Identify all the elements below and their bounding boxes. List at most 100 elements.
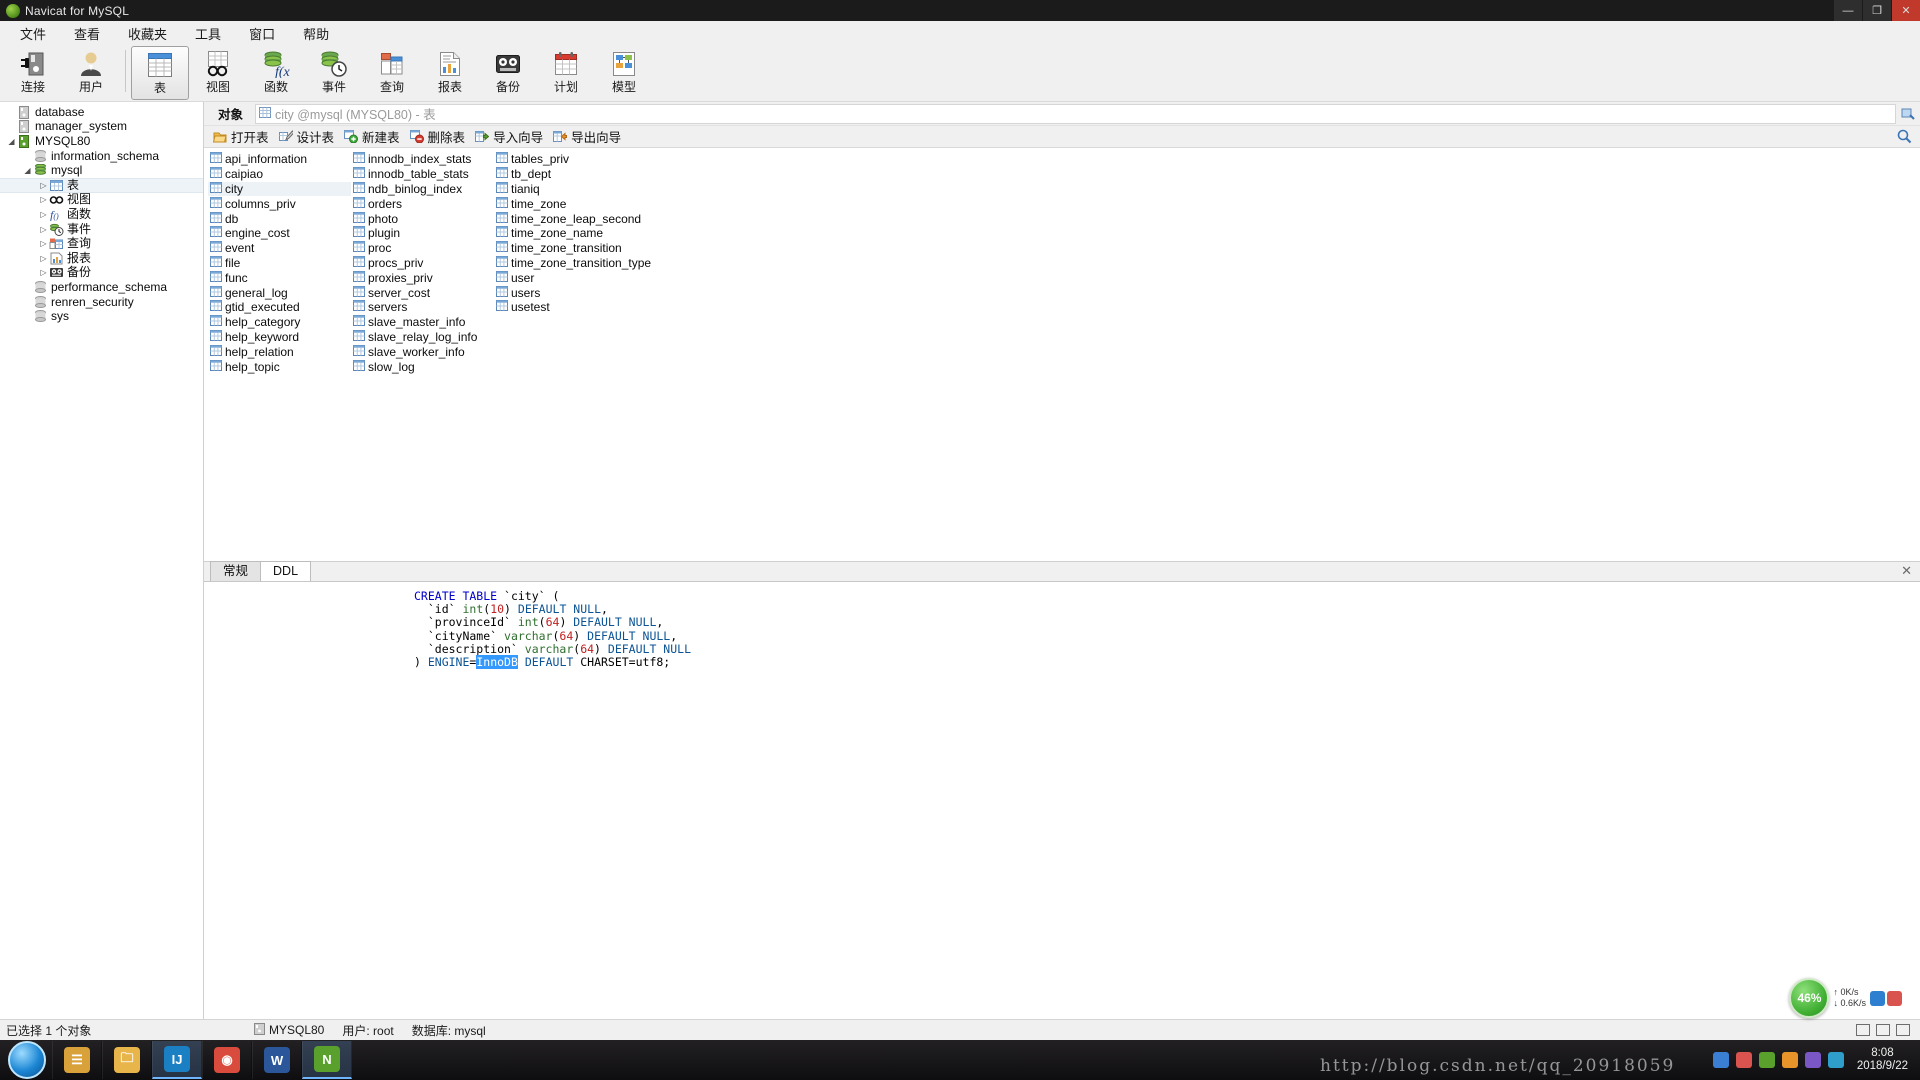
table-list-item[interactable]: general_log bbox=[208, 285, 351, 300]
grid-view-toggle[interactable] bbox=[1856, 1024, 1870, 1036]
tray-icon-1[interactable] bbox=[1712, 1052, 1729, 1068]
table-list-item[interactable]: tianiq bbox=[494, 181, 637, 197]
tree-item-information_schema[interactable]: information_schema bbox=[0, 149, 203, 164]
tray-icon-6[interactable] bbox=[1827, 1052, 1844, 1068]
table-list-item[interactable]: time_zone bbox=[494, 196, 637, 211]
toolbar-button-model[interactable]: 模型 bbox=[595, 46, 653, 100]
toolbar-button-backup[interactable]: 备份 bbox=[479, 46, 537, 100]
ddl-close-icon[interactable]: ✕ bbox=[1901, 563, 1912, 579]
toolbar-button-event[interactable]: 事件 bbox=[305, 46, 363, 100]
table-list-item[interactable]: file bbox=[208, 255, 351, 271]
table-list-item[interactable]: time_zone_leap_second bbox=[494, 211, 641, 226]
table-list-item[interactable]: slave_relay_log_info bbox=[351, 329, 494, 345]
menu-file[interactable]: 文件 bbox=[6, 21, 60, 46]
table-list-item[interactable]: users bbox=[494, 285, 637, 300]
object-bar-extra-button[interactable] bbox=[1896, 107, 1920, 121]
speed-globe-icon[interactable] bbox=[1870, 990, 1885, 1006]
action-button-design-table[interactable]: 设计表 bbox=[276, 127, 342, 147]
object-path-input[interactable]: city @mysql (MYSQL80) - 表 bbox=[255, 103, 1896, 124]
chevron-down-icon[interactable]: ◢ bbox=[22, 165, 33, 177]
table-list-item[interactable]: servers bbox=[351, 300, 494, 315]
toolbar-button-report[interactable]: 报表 bbox=[421, 46, 479, 100]
table-list-item[interactable]: gtid_executed bbox=[208, 300, 351, 315]
tree-item-renren_security[interactable]: renren_security bbox=[0, 295, 203, 310]
table-list-item[interactable]: tb_dept bbox=[494, 167, 637, 182]
toolbar-button-schedule[interactable]: 计划 bbox=[537, 46, 595, 100]
network-speed-widget[interactable]: 46% ↑ 0K/s ↓ 0.6K/s bbox=[1789, 978, 1902, 1018]
chevron-right-icon[interactable]: ▷ bbox=[38, 194, 49, 206]
chevron-right-icon[interactable]: ▷ bbox=[38, 223, 49, 235]
list-view-toggle[interactable] bbox=[1876, 1024, 1890, 1036]
tray-icon-3[interactable] bbox=[1758, 1052, 1775, 1068]
tree-item-事件[interactable]: ▷ 事件 bbox=[0, 222, 203, 237]
toolbar-button-user[interactable]: 用户 bbox=[62, 46, 120, 100]
search-icon[interactable] bbox=[1897, 129, 1912, 149]
chevron-right-icon[interactable]: ▷ bbox=[38, 267, 49, 279]
ddl-tab-DDL[interactable]: DDL bbox=[260, 561, 312, 581]
table-list-item[interactable]: time_zone_transition bbox=[494, 241, 637, 256]
table-list-panel[interactable]: api_information caipiao city columns_pri… bbox=[204, 148, 1920, 561]
chevron-right-icon[interactable]: ▷ bbox=[38, 252, 49, 264]
taskbar-item-chrome[interactable]: ◉ bbox=[202, 1041, 252, 1079]
taskbar-item-idea[interactable]: IJ bbox=[152, 1041, 202, 1079]
table-list-item[interactable]: plugin bbox=[351, 226, 494, 241]
menu-view[interactable]: 查看 bbox=[60, 21, 114, 46]
table-list-item[interactable]: caipiao bbox=[208, 167, 351, 182]
chevron-right-icon[interactable]: ▷ bbox=[38, 179, 49, 191]
tray-icon-2[interactable] bbox=[1735, 1052, 1752, 1068]
action-button-import-wizard[interactable]: 导入向导 bbox=[472, 127, 550, 147]
table-list-item[interactable]: usetest bbox=[494, 300, 637, 315]
table-list-item[interactable]: columns_priv bbox=[208, 196, 351, 211]
chevron-right-icon[interactable]: ▷ bbox=[38, 208, 49, 220]
table-list-item[interactable]: server_cost bbox=[351, 285, 494, 300]
close-button[interactable]: ✕ bbox=[1891, 0, 1920, 21]
chevron-right-icon[interactable]: ▷ bbox=[38, 238, 49, 250]
tree-item-视图[interactable]: ▷ 视图 bbox=[0, 193, 203, 208]
table-list-item[interactable]: help_category bbox=[208, 315, 351, 330]
table-list-item[interactable]: city bbox=[208, 181, 351, 197]
toolbar-button-function[interactable]: f(x) 函数 bbox=[247, 46, 305, 100]
table-list-item[interactable]: help_keyword bbox=[208, 329, 351, 345]
table-list-item[interactable]: procs_priv bbox=[351, 255, 494, 271]
table-list-item[interactable]: db bbox=[208, 211, 351, 226]
table-list-item[interactable]: orders bbox=[351, 196, 494, 211]
table-list-item[interactable]: tables_priv bbox=[494, 152, 637, 167]
chevron-down-icon[interactable]: ◢ bbox=[6, 135, 17, 147]
table-list-item[interactable]: time_zone_name bbox=[494, 226, 637, 241]
speed-shield-icon[interactable] bbox=[1887, 990, 1902, 1006]
table-list-item[interactable]: slave_master_info bbox=[351, 315, 494, 330]
table-list-item[interactable]: api_information bbox=[208, 152, 351, 167]
table-list-item[interactable]: event bbox=[208, 241, 351, 256]
taskbar-item-navicat[interactable]: N bbox=[302, 1041, 352, 1079]
table-list-item[interactable]: innodb_index_stats bbox=[351, 152, 494, 167]
action-button-delete-table[interactable]: 删除表 bbox=[407, 127, 473, 147]
ddl-sql-code[interactable]: CREATE TABLE `city` ( `id` int(10) DEFAU… bbox=[204, 582, 1920, 1019]
toolbar-button-connection[interactable]: 连接 bbox=[4, 46, 62, 100]
table-list-item[interactable]: innodb_table_stats bbox=[351, 167, 494, 182]
tray-icon-4[interactable] bbox=[1781, 1052, 1798, 1068]
table-list-item[interactable]: proxies_priv bbox=[351, 270, 494, 285]
table-list-item[interactable]: user bbox=[494, 270, 637, 285]
tree-item-函数[interactable]: ▷ f() 函数 bbox=[0, 207, 203, 222]
tree-item-mysql[interactable]: ◢ mysql bbox=[0, 163, 203, 178]
table-list-item[interactable]: help_topic bbox=[208, 359, 351, 374]
table-list-item[interactable]: photo bbox=[351, 211, 494, 226]
table-list-item[interactable]: func bbox=[208, 270, 351, 285]
ddl-tab-常规[interactable]: 常规 bbox=[210, 561, 262, 581]
menu-tools[interactable]: 工具 bbox=[181, 21, 235, 46]
taskbar-item-word[interactable]: W bbox=[252, 1041, 302, 1079]
taskbar-item-explorer[interactable]: ☰ bbox=[52, 1041, 102, 1079]
table-list-item[interactable]: engine_cost bbox=[208, 226, 351, 241]
tree-item-报表[interactable]: ▷ 报表 bbox=[0, 251, 203, 266]
action-button-open-table[interactable]: 打开表 bbox=[210, 127, 276, 147]
table-list-item[interactable]: help_relation bbox=[208, 344, 351, 359]
table-list-item[interactable]: time_zone_transition_type bbox=[494, 255, 651, 271]
toolbar-button-table[interactable]: 表 bbox=[131, 46, 189, 100]
tree-item-database[interactable]: database bbox=[0, 105, 203, 120]
action-button-new-table[interactable]: 新建表 bbox=[341, 127, 407, 147]
taskbar-clock[interactable]: 8:08 2018/9/22 bbox=[1851, 1047, 1914, 1073]
minimize-button[interactable]: — bbox=[1833, 0, 1862, 21]
maximize-button[interactable]: ❐ bbox=[1862, 0, 1891, 21]
table-list-item[interactable]: proc bbox=[351, 241, 494, 256]
tray-icon-5[interactable] bbox=[1804, 1052, 1821, 1068]
